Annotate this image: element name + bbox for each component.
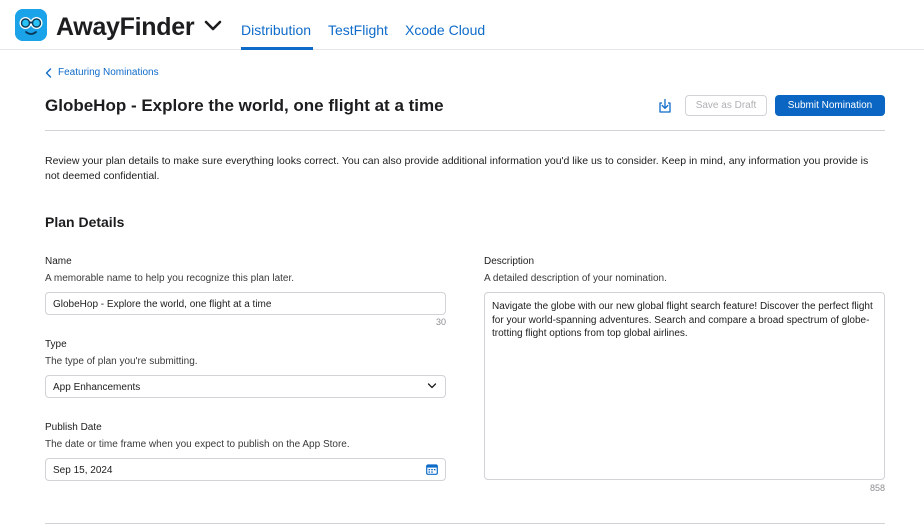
description-value: Navigate the globe with our new global f… [492,301,873,339]
active-tab-indicator [241,47,313,50]
description-hint: A detailed description of your nominatio… [484,273,667,284]
name-value: GlobeHop - Explore the world, one flight… [53,299,272,310]
chevron-down-icon [427,383,437,389]
submit-nomination-button[interactable]: Submit Nomination [775,95,885,116]
type-label: Type [45,339,67,350]
publish-date-hint: The date or time frame when you expect t… [45,439,350,450]
header-divider [45,130,885,131]
tab-testflight[interactable]: TestFlight [328,22,388,39]
intro-text: Review your plan details to make sure ev… [45,155,869,182]
breadcrumb[interactable]: Featuring Nominations [45,66,159,79]
name-input[interactable]: GlobeHop - Explore the world, one flight… [45,292,446,315]
description-label: Description [484,256,535,267]
publish-date-value: Sep 15, 2024 [53,465,113,476]
tab-xcode-cloud[interactable]: Xcode Cloud [405,22,485,39]
publish-date-input[interactable]: Sep 15, 2024 [45,458,446,481]
app-icon[interactable] [15,9,47,41]
app-name[interactable]: AwayFinder [56,12,195,42]
calendar-icon[interactable] [426,464,438,475]
page-title: GlobeHop - Explore the world, one flight… [45,96,444,115]
download-icon[interactable] [657,98,673,114]
type-select[interactable]: App Enhancements [45,375,446,398]
top-bar: AwayFinder Distribution TestFlight Xcode… [0,0,924,50]
tab-distribution[interactable]: Distribution [241,22,311,39]
name-hint: A memorable name to help you recognize t… [45,273,295,284]
save-as-draft-button[interactable]: Save as Draft [685,95,767,116]
footer-divider [45,523,885,524]
publish-date-label: Publish Date [45,422,102,433]
type-value: App Enhancements [53,382,141,393]
name-char-counter: 30 [435,317,446,327]
breadcrumb-link[interactable]: Featuring Nominations [58,66,159,79]
description-char-counter: 858 [869,483,885,493]
chevron-left-icon [45,67,52,78]
description-textarea[interactable]: Navigate the globe with our new global f… [484,292,885,480]
type-hint: The type of plan you're submitting. [45,356,198,367]
name-label: Name [45,256,72,267]
chevron-down-icon[interactable] [204,20,222,32]
section-title: Plan Details [45,214,125,230]
